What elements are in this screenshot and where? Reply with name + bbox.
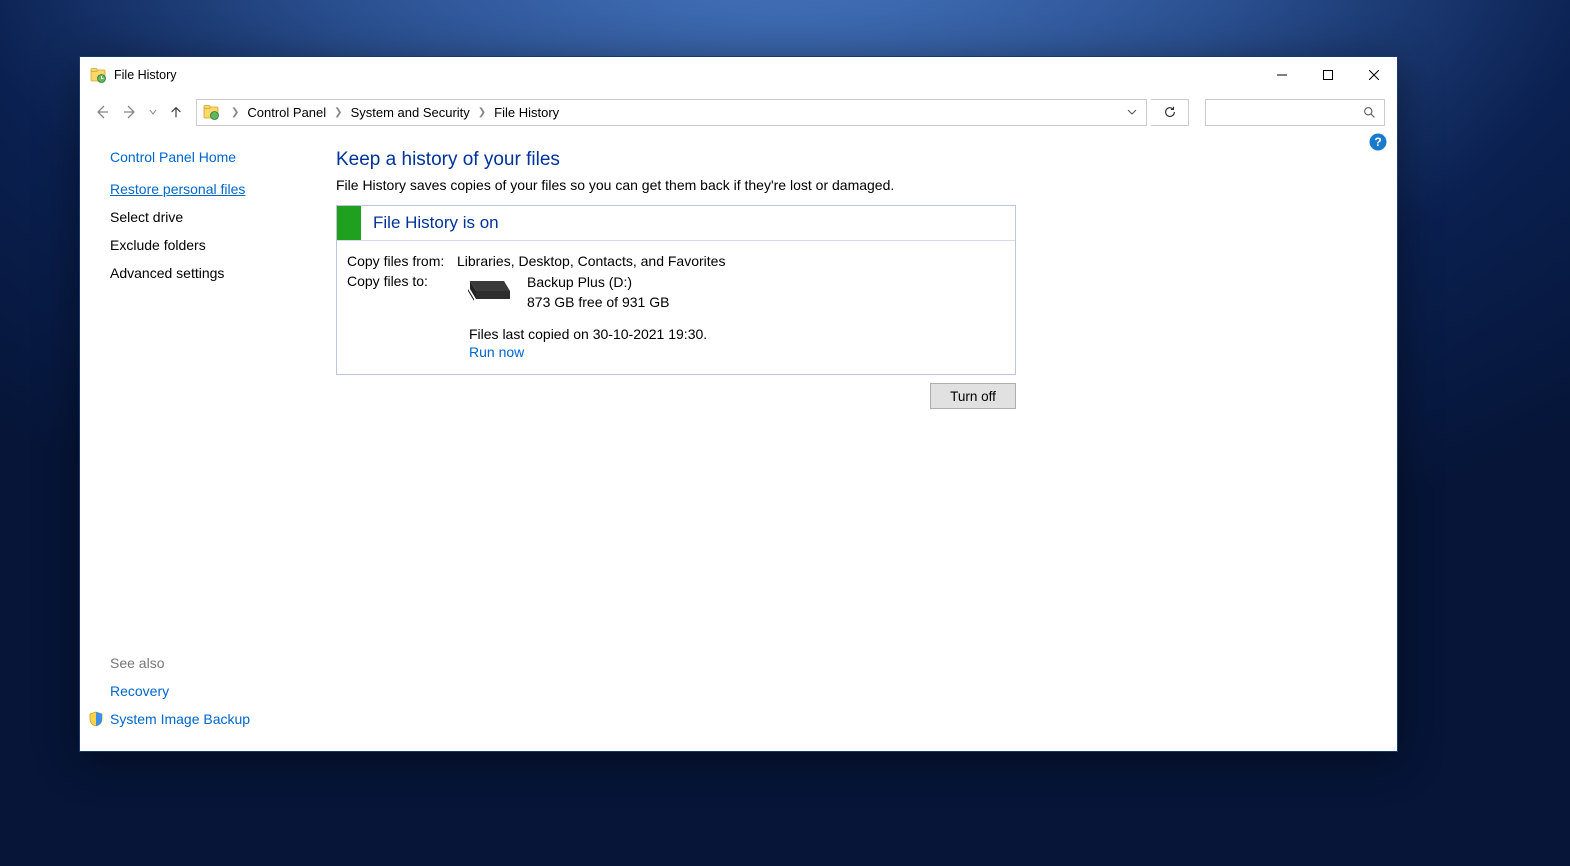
drive-space: 873 GB free of 931 GB <box>527 293 669 313</box>
sidebar-exclude-folders[interactable]: Exclude folders <box>110 237 324 253</box>
titlebar: File History <box>80 57 1397 93</box>
address-bar[interactable]: ❯ Control Panel ❯ System and Security ❯ … <box>196 99 1147 126</box>
drive-icon <box>457 273 515 307</box>
folder-icon <box>203 104 219 120</box>
close-button[interactable] <box>1351 57 1397 93</box>
turn-off-button[interactable]: Turn off <box>930 383 1016 409</box>
sidebar-select-drive[interactable]: Select drive <box>110 209 324 225</box>
window-body: Control Panel Home Restore personal file… <box>80 131 1397 751</box>
sidebar-system-image-backup[interactable]: System Image Backup <box>110 711 324 727</box>
window-controls <box>1259 57 1397 93</box>
chevron-right-icon: ❯ <box>328 107 348 118</box>
shield-icon <box>88 711 104 727</box>
window-title: File History <box>114 68 177 82</box>
copy-to-label: Copy files to: <box>347 273 457 312</box>
file-history-window: File History <box>79 56 1398 752</box>
breadcrumb-item[interactable]: System and Security <box>349 105 472 120</box>
minimize-button[interactable] <box>1259 57 1305 93</box>
status-flag-icon <box>337 206 361 240</box>
status-body: Copy files from: Libraries, Desktop, Con… <box>337 241 1015 374</box>
back-button[interactable] <box>90 100 114 124</box>
main-content: ? Keep a history of your files File Hist… <box>336 131 1397 751</box>
maximize-button[interactable] <box>1305 57 1351 93</box>
breadcrumb-item[interactable]: File History <box>492 105 561 120</box>
breadcrumb-item[interactable]: Control Panel <box>245 105 328 120</box>
sidebar-advanced-settings[interactable]: Advanced settings <box>110 265 324 281</box>
run-now-link[interactable]: Run now <box>469 344 524 360</box>
search-input[interactable] <box>1205 99 1385 126</box>
navigation-row: ❯ Control Panel ❯ System and Security ❯ … <box>80 93 1397 131</box>
forward-button[interactable] <box>118 100 142 124</box>
sidebar: Control Panel Home Restore personal file… <box>80 131 336 751</box>
see-also-label: See also <box>110 655 324 671</box>
up-button[interactable] <box>164 100 188 124</box>
sidebar-restore-personal-files[interactable]: Restore personal files <box>110 181 324 197</box>
page-subtitle: File History saves copies of your files … <box>336 177 1357 193</box>
copy-from-value: Libraries, Desktop, Contacts, and Favori… <box>457 253 725 269</box>
control-panel-home-link[interactable]: Control Panel Home <box>110 149 324 165</box>
last-copied-text: Files last copied on 30-10-2021 19:30. <box>469 326 1005 342</box>
chevron-right-icon: ❯ <box>225 107 245 118</box>
chevron-right-icon: ❯ <box>472 107 492 118</box>
page-heading: Keep a history of your files <box>336 149 1357 171</box>
search-icon <box>1363 106 1376 119</box>
file-history-app-icon <box>90 67 106 83</box>
copy-from-label: Copy files from: <box>347 253 457 269</box>
svg-text:?: ? <box>1374 135 1381 149</box>
status-title: File History is on <box>373 213 499 233</box>
address-dropdown[interactable] <box>1118 100 1146 125</box>
sidebar-recovery[interactable]: Recovery <box>110 683 324 699</box>
drive-name: Backup Plus (D:) <box>527 273 669 293</box>
status-box: File History is on Copy files from: Libr… <box>336 205 1016 375</box>
status-header: File History is on <box>337 206 1015 241</box>
help-icon[interactable]: ? <box>1369 133 1387 151</box>
history-dropdown[interactable] <box>146 108 160 116</box>
refresh-button[interactable] <box>1151 99 1189 126</box>
